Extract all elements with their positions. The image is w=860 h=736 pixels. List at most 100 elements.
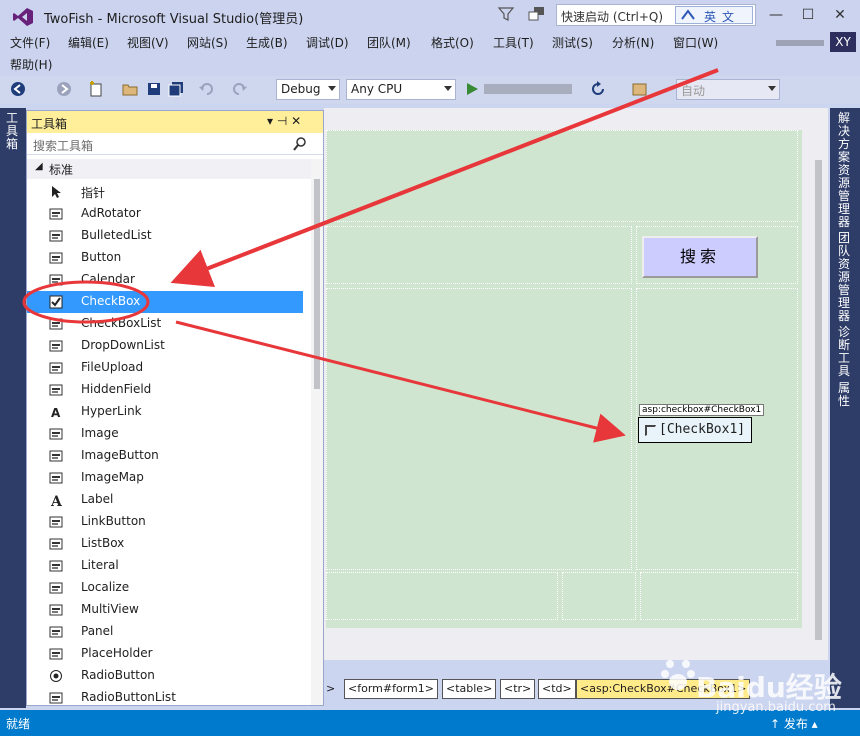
platform-dropdown[interactable]: Any CPU: [346, 79, 456, 100]
checkbox1-control[interactable]: [CheckBox1]: [638, 417, 752, 443]
back-icon[interactable]: [10, 81, 26, 97]
toolbox-item-checkboxlist[interactable]: CheckBoxList: [27, 313, 303, 335]
fileupload-icon: [49, 362, 63, 374]
quick-launch-input[interactable]: 快速启动 (Ctrl+Q) 英文: [556, 4, 756, 26]
table-cell[interactable]: [326, 226, 632, 284]
chevron-down-icon: [328, 86, 336, 91]
crumb-table[interactable]: <table>: [442, 679, 497, 699]
start-debugging-icon[interactable]: [464, 81, 480, 97]
toolbox-search[interactable]: 搜索工具箱: [27, 133, 323, 155]
toolbox-header[interactable]: 工具箱 ▾ ⊣ ✕: [27, 111, 323, 133]
toolbox-item-label: Panel: [81, 624, 114, 638]
table-cell[interactable]: [326, 572, 558, 620]
ime-indicator[interactable]: 英文: [675, 6, 753, 24]
menu-analyze[interactable]: 分析(N): [612, 34, 654, 51]
table-row-1[interactable]: [326, 130, 798, 222]
table-cell[interactable]: [640, 572, 798, 620]
toolbox-item-bulletedlist[interactable]: BulletedList: [27, 225, 303, 247]
auto-dropdown[interactable]: 自动: [676, 79, 780, 100]
toolbox-item-radiobuttonlist[interactable]: RadioButtonList: [27, 687, 303, 709]
scrollbar-thumb[interactable]: [314, 179, 320, 389]
menu-file[interactable]: 文件(F): [10, 34, 50, 51]
maximize-button[interactable]: ☐: [792, 2, 824, 28]
redo-icon[interactable]: [232, 81, 248, 97]
checkbox-square[interactable]: [645, 425, 656, 436]
configuration-dropdown[interactable]: Debug: [276, 79, 340, 100]
toolbox-item-checkbox[interactable]: CheckBox: [27, 291, 303, 313]
open-folder-icon[interactable]: [122, 81, 138, 97]
save-all-icon[interactable]: [168, 81, 184, 97]
browser-target-blurred[interactable]: [484, 84, 572, 94]
toolbox-item-button[interactable]: Button: [27, 247, 303, 269]
toolbox-item-multiview[interactable]: MultiView: [27, 599, 303, 621]
team-explorer-tab[interactable]: 团队资源管理器: [838, 232, 852, 323]
close-button[interactable]: ✕: [824, 2, 856, 28]
designer-scrollbar[interactable]: [812, 130, 826, 660]
toolbox-search-placeholder: 搜索工具箱: [33, 139, 94, 153]
menu-debug[interactable]: 调试(D): [306, 34, 349, 51]
menu-website[interactable]: 网站(S): [187, 34, 228, 51]
user-name-blurred[interactable]: [776, 40, 824, 46]
visual-studio-logo-icon: [13, 8, 33, 26]
forward-icon[interactable]: [56, 81, 72, 97]
feedback-icon[interactable]: [528, 6, 546, 22]
toolbox-item-hiddenfield[interactable]: HiddenField: [27, 379, 303, 401]
refresh-icon[interactable]: [590, 81, 606, 97]
menu-window[interactable]: 窗口(W): [673, 34, 718, 51]
crumb-tr[interactable]: <tr>: [500, 679, 536, 699]
toolbox-item-placeholder[interactable]: PlaceHolder: [27, 643, 303, 665]
menu-tools[interactable]: 工具(T): [493, 34, 534, 51]
scrollbar-thumb[interactable]: [815, 160, 822, 640]
diagnostic-tools-tab[interactable]: 诊断工具: [838, 326, 852, 378]
toolbox-item-label[interactable]: A Label: [27, 489, 303, 511]
undo-icon[interactable]: [198, 81, 214, 97]
menu-team[interactable]: 团队(M): [367, 34, 411, 51]
toolbox-item-panel[interactable]: Panel: [27, 621, 303, 643]
search-button[interactable]: 搜索: [642, 236, 758, 278]
new-project-icon[interactable]: [88, 81, 104, 97]
toolbox-item-image[interactable]: Image: [27, 423, 303, 445]
toolbox-item-localize[interactable]: Localize: [27, 577, 303, 599]
toolbox-item-linkbutton[interactable]: LinkButton: [27, 511, 303, 533]
menu-format[interactable]: 格式(O): [431, 34, 474, 51]
toolbox-item-radiobutton[interactable]: RadioButton: [27, 665, 303, 687]
menu-bar: 文件(F) 编辑(E) 视图(V) 网站(S) 生成(B) 调试(D) 团队(M…: [0, 32, 860, 76]
toolbox-item-imagebutton[interactable]: ImageButton: [27, 445, 303, 467]
toolbox-item-calendar[interactable]: Calendar: [27, 269, 303, 291]
toolbox-item-hyperlink[interactable]: A HyperLink: [27, 401, 303, 423]
toolbox-item-dropdownlist[interactable]: DropDownList: [27, 335, 303, 357]
table-cell[interactable]: [562, 572, 636, 620]
menu-view[interactable]: 视图(V): [127, 34, 169, 51]
solution-explorer-tab[interactable]: 解决方案资源管理器: [838, 112, 852, 229]
toolbox-item-adrotator[interactable]: AdRotator: [27, 203, 303, 225]
toolbox-scrollbar[interactable]: [311, 159, 323, 705]
crumb-form[interactable]: <form#form1>: [344, 679, 438, 699]
toolbox-item-label: CheckBox: [81, 294, 141, 308]
toolbox-item-label: DropDownList: [81, 338, 165, 352]
toolbox-item-imagemap[interactable]: ImageMap: [27, 467, 303, 489]
crumb-overflow[interactable]: >: [326, 682, 335, 695]
toolbox-item-listbox[interactable]: ListBox: [27, 533, 303, 555]
toolbox-group-standard[interactable]: ◢ 标准: [27, 159, 311, 179]
save-icon[interactable]: [146, 81, 162, 97]
table-cell[interactable]: [326, 288, 632, 570]
menu-test[interactable]: 测试(S): [552, 34, 593, 51]
menu-edit[interactable]: 编辑(E): [68, 34, 109, 51]
menu-help[interactable]: 帮助(H): [10, 56, 52, 73]
toolbox-browse-icon[interactable]: [632, 81, 648, 97]
crumb-td[interactable]: <td>: [538, 679, 576, 699]
imagebutton-icon: [49, 450, 63, 462]
toolbox-side-tab[interactable]: 工具箱: [6, 112, 22, 151]
minimize-button[interactable]: —: [760, 2, 792, 28]
toolbox-item-literal[interactable]: Literal: [27, 555, 303, 577]
toolbox-item-label: CheckBoxList: [81, 316, 162, 330]
search-icon[interactable]: [293, 137, 307, 151]
design-surface[interactable]: [326, 130, 802, 628]
notification-filter-icon[interactable]: [498, 6, 514, 22]
toolbox-item-fileupload[interactable]: FileUpload: [27, 357, 303, 379]
user-avatar[interactable]: XY: [830, 32, 856, 52]
properties-tab[interactable]: 属性: [838, 382, 852, 408]
toolbox-window-controls[interactable]: ▾ ⊣ ✕: [267, 114, 301, 128]
menu-build[interactable]: 生成(B): [246, 34, 288, 51]
toolbox-item--[interactable]: 指针: [27, 181, 303, 203]
